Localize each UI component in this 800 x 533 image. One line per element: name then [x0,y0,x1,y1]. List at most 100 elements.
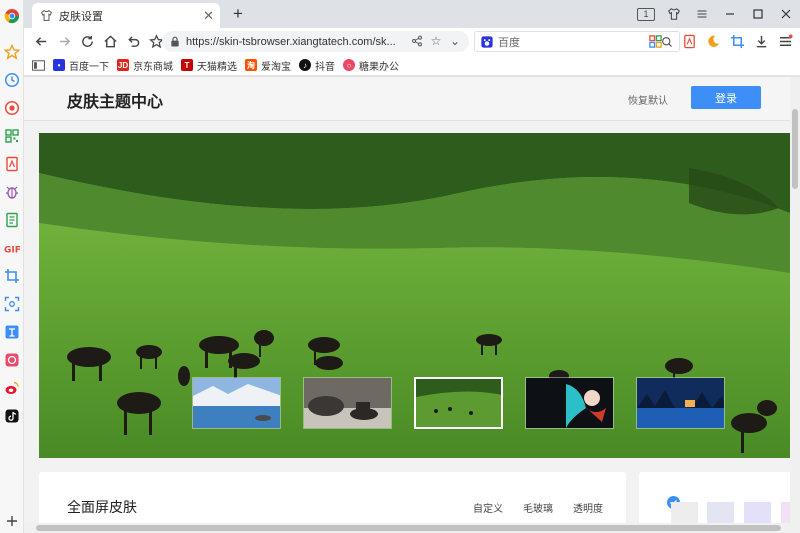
shirt-icon [41,9,52,21]
tab-skin-settings[interactable]: 皮肤设置 ✕ [32,3,220,28]
candy-icon: ○ [343,59,355,71]
left-sidebar: GIF [0,0,24,533]
skin-center-page: 皮肤主题中心 恢复默认 登录 全面屏皮肤 自定义 毛玻璃 透明度 [24,77,790,523]
weibo-icon[interactable] [2,378,22,398]
close-window-button[interactable] [772,0,800,28]
bookmark-label: 爱淘宝 [261,61,291,73]
pdf-icon[interactable] [2,154,22,174]
crop-toolbar-icon[interactable] [726,31,748,52]
url-text[interactable]: https://skin-tsbrowser.xiangtatech.com/s… [186,36,406,48]
add-icon[interactable] [2,511,22,531]
crop-icon[interactable] [2,266,22,286]
menu-lines-button[interactable] [688,0,716,28]
option-transparency[interactable]: 透明度 [573,500,603,515]
bookmark-label: 糖果办公 [359,61,399,73]
lock-icon [171,36,179,47]
color-swatch-lavender[interactable] [744,502,771,523]
minimize-button[interactable] [716,0,744,28]
vertical-scrollbar[interactable] [790,77,800,523]
sidebar-toggle[interactable] [32,59,45,71]
tmall-icon: T [181,59,193,71]
color-swatch-pink[interactable] [781,502,790,523]
star-icon[interactable] [2,42,22,62]
horizontal-scrollbar[interactable] [24,523,800,533]
history-clock-icon[interactable] [2,70,22,90]
window-controls: 1 [632,0,800,28]
skin-preview-banner [39,133,790,458]
home-icon [103,35,117,48]
bookmark-douyin[interactable]: ♪ 抖音 [299,58,335,73]
bookmark-label: 百度一下 [69,61,109,73]
skin-shirt-button[interactable] [660,0,688,28]
skin-thumb-lake-mountain[interactable] [192,377,281,429]
bookmark-baidu[interactable]: • 百度一下 [53,58,109,73]
sidebar-toggle-icon [32,59,45,71]
reload-button[interactable] [76,31,98,53]
new-tab-button[interactable]: + [228,4,248,24]
forward-button[interactable] [53,31,75,53]
search-input[interactable]: 百度 [498,34,520,50]
tab-strip: 皮肤设置 ✕ + 1 [24,0,800,28]
chevron-down-icon[interactable]: ⌄ [447,33,463,49]
apps-grid-icon[interactable] [644,31,666,52]
chrome-logo-icon[interactable] [2,6,22,26]
qrcode-icon[interactable] [2,126,22,146]
baidu-paw-icon [481,35,493,48]
bookmark-jd[interactable]: JD 京东商城 [117,58,173,73]
translate-icon[interactable] [2,322,22,342]
home-button[interactable] [99,31,121,53]
skin-thumb-night-lake[interactable] [636,377,725,429]
option-custom[interactable]: 自定义 [473,500,503,515]
scan-icon[interactable] [2,294,22,314]
download-icon[interactable] [750,31,772,52]
toolbar-extensions [644,31,796,52]
color-swatch-light-blue[interactable] [707,502,734,523]
skin-thumb-grassland[interactable] [414,377,503,429]
notes-icon[interactable] [2,210,22,230]
douyin-icon: ♪ [299,59,311,71]
page-header: 皮肤主题中心 恢复默认 登录 [24,77,790,121]
bookmark-label: 天猫精选 [197,61,237,73]
color-swatch-gray[interactable] [671,502,698,523]
tab-close-icon[interactable]: ✕ [203,8,214,24]
address-bar[interactable]: https://skin-tsbrowser.xiangtatech.com/s… [162,31,469,52]
close-icon [781,9,791,19]
night-mode-icon[interactable] [702,31,724,52]
tiktok-icon[interactable] [2,406,22,426]
back-button[interactable] [30,31,52,53]
bookmark-taobao[interactable]: 淘 爱淘宝 [245,58,291,73]
bug-icon[interactable] [2,182,22,202]
skin-thumb-cat-teacup[interactable] [303,377,392,429]
tab-title: 皮肤设置 [59,10,103,23]
color-skin-panel [639,472,790,523]
tab-count-badge: 1 [637,7,655,21]
login-button[interactable]: 登录 [691,86,761,109]
minimize-icon [726,13,734,15]
bookmark-label: 抖音 [315,61,335,73]
bookmark-candy-office[interactable]: ○ 糖果办公 [343,58,399,73]
skin-thumb-anime-girl[interactable] [525,377,614,429]
favorite-star-icon[interactable]: ☆ [428,33,444,49]
option-frosted-glass[interactable]: 毛玻璃 [523,500,553,515]
svg-text:GIF: GIF [4,246,20,256]
record-icon[interactable] [2,98,22,118]
bookmark-label: 京东商城 [133,61,173,73]
paw-icon: • [53,59,65,71]
main-menu-icon[interactable] [774,31,796,52]
tab-count-button[interactable]: 1 [632,0,660,28]
pinduoduo-icon[interactable] [2,350,22,370]
maximize-button[interactable] [744,0,772,28]
horizontal-scroll-thumb[interactable] [36,525,781,531]
menu-icon [697,10,707,18]
bookmark-tmall[interactable]: T 天猫精选 [181,58,237,73]
undo-close-button[interactable] [122,31,144,53]
restore-default-link[interactable]: 恢复默认 [628,92,668,107]
vertical-scroll-thumb[interactable] [792,109,798,189]
share-icon[interactable] [409,33,425,49]
panel-title: 全面屏皮肤 [67,499,137,515]
gif-icon[interactable]: GIF [2,238,22,258]
skin-options: 自定义 毛玻璃 透明度 [473,500,603,515]
reload-icon [81,35,93,47]
pdf-toolbar-icon[interactable] [678,31,700,52]
